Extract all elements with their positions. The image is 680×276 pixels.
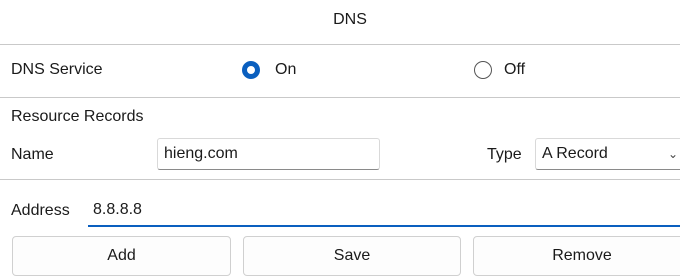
window-title: DNS <box>333 11 367 28</box>
name-label: Name <box>11 146 54 163</box>
dns-off-label: Off <box>504 61 526 78</box>
address-label: Address <box>11 202 70 219</box>
address-input[interactable] <box>88 194 680 227</box>
add-button[interactable]: Add <box>12 236 231 276</box>
type-label: Type <box>487 146 522 163</box>
name-input[interactable] <box>157 138 380 170</box>
chevron-down-icon: ⌄ <box>667 147 678 161</box>
type-select[interactable]: A Record ⌄ <box>535 138 680 170</box>
dns-on-label: On <box>275 61 297 78</box>
records-divider <box>0 179 680 180</box>
save-button[interactable]: Save <box>243 236 461 276</box>
resource-records-heading: Resource Records <box>11 108 144 125</box>
remove-button[interactable]: Remove <box>473 236 680 276</box>
dns-service-label: DNS Service <box>11 61 103 78</box>
title-divider <box>0 44 680 45</box>
dns-off-radio-option[interactable]: Off <box>474 60 554 82</box>
dns-on-radio-option[interactable]: On <box>242 60 322 82</box>
radio-unchecked-icon[interactable] <box>474 61 492 79</box>
radio-checked-icon[interactable] <box>242 61 260 79</box>
type-select-value: A Record <box>542 145 608 162</box>
service-divider <box>0 97 680 98</box>
